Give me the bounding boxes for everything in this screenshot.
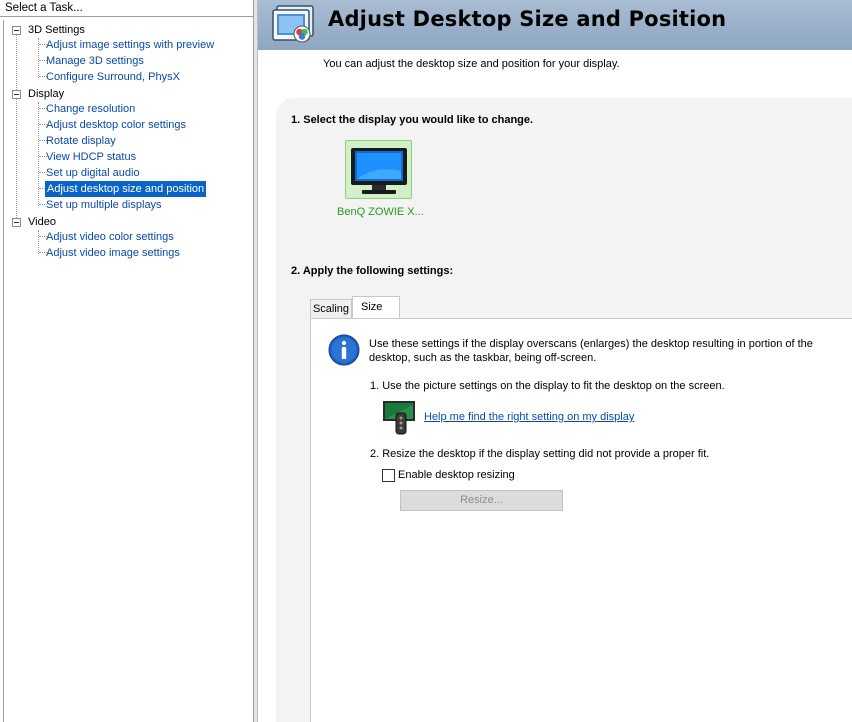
tree-item-view-hdcp-status[interactable]: View HDCP status — [46, 149, 136, 165]
remote-control-icon — [383, 401, 415, 435]
tree-item-set-up-digital-audio[interactable]: Set up digital audio — [46, 165, 140, 181]
page-title: Adjust Desktop Size and Position — [328, 7, 727, 31]
info-text: Use these settings if the display oversc… — [369, 338, 813, 364]
help-find-setting-link[interactable]: Help me find the right setting on my dis… — [424, 411, 634, 423]
display-name-label[interactable]: BenQ ZOWIE X... — [337, 206, 424, 218]
info-icon — [328, 334, 360, 366]
tree-item-rotate-display[interactable]: Rotate display — [46, 133, 116, 149]
tree-item-change-resolution[interactable]: Change resolution — [46, 101, 135, 117]
content-area: Adjust Desktop Size and Position You can… — [258, 0, 852, 722]
enable-desktop-resizing-checkbox[interactable] — [382, 469, 395, 482]
collapse-video-icon[interactable] — [12, 218, 21, 227]
enable-desktop-resizing-label[interactable]: Enable desktop resizing — [398, 469, 515, 481]
tree-item-adjust-desktop-color[interactable]: Adjust desktop color settings — [46, 117, 186, 133]
tree-connector-line — [16, 34, 17, 222]
tree-category-display[interactable]: Display — [28, 86, 64, 102]
tree-item-configure-surround-physx[interactable]: Configure Surround, PhysX — [46, 69, 180, 85]
size-tab-content: Use these settings if the display oversc… — [310, 318, 852, 722]
display-selector-tile[interactable] — [345, 140, 412, 199]
step1-title: 1. Select the display you would like to … — [291, 114, 534, 126]
display-adjust-icon — [272, 5, 314, 43]
tree-connector-line — [38, 102, 39, 206]
monitor-icon — [351, 148, 407, 194]
collapse-display-icon[interactable] — [12, 90, 21, 99]
tree-connector-line — [38, 230, 39, 254]
tree-item-adjust-video-color[interactable]: Adjust video color settings — [46, 229, 174, 245]
tree-item-adjust-video-image[interactable]: Adjust video image settings — [46, 245, 180, 261]
collapse-3d-settings-icon[interactable] — [12, 26, 21, 35]
tab-size[interactable]: Size — [352, 296, 400, 319]
tree-item-set-up-multiple-displays[interactable]: Set up multiple displays — [46, 197, 162, 213]
tree-item-adjust-desktop-size-position[interactable]: Adjust desktop size and position — [45, 181, 207, 197]
task-pane-header: Select a Task... — [0, 0, 253, 17]
task-pane: Select a Task... 3D Settings Adjust imag… — [0, 0, 254, 722]
page-description: You can adjust the desktop size and posi… — [323, 58, 620, 70]
resize-button[interactable]: Resize... — [400, 490, 563, 511]
tree-item-manage-3d-settings[interactable]: Manage 3D settings — [46, 53, 144, 69]
task-tree: 3D Settings Adjust image settings with p… — [3, 20, 253, 722]
step2-title: 2. Apply the following settings: — [291, 265, 454, 277]
tree-category-3d-settings[interactable]: 3D Settings — [28, 22, 85, 38]
settings-panel: 1. Select the display you would like to … — [276, 98, 852, 722]
instruction-2: 2. Resize the desktop if the display set… — [370, 448, 710, 460]
tab-scaling[interactable]: Scaling — [310, 299, 352, 318]
tree-category-video[interactable]: Video — [28, 214, 56, 230]
page-header: Adjust Desktop Size and Position — [258, 0, 852, 50]
tree-item-adjust-image-settings[interactable]: Adjust image settings with preview — [46, 37, 214, 53]
instruction-1: 1. Use the picture settings on the displ… — [370, 380, 725, 392]
